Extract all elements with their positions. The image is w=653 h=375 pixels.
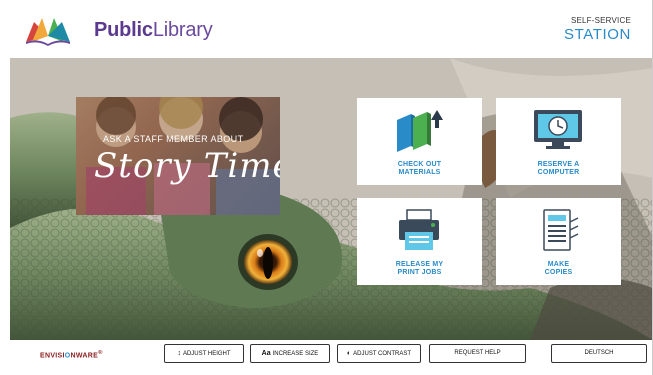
station-subtitle: SELF-SERVICE <box>570 16 631 25</box>
computer-clock-icon <box>534 110 582 149</box>
station-name: STATION <box>564 26 631 43</box>
printer-icon <box>399 209 439 250</box>
check-out-materials-button[interactable]: CHECK OUT MATERIALS <box>357 98 482 185</box>
release-print-label: RELEASE MY PRINT JOBS <box>395 261 444 276</box>
header: PublicLibrary SELF-SERVICE STATION <box>10 8 653 58</box>
increase-size-button[interactable]: Aa INCREASE SIZE <box>250 344 330 363</box>
contrast-icon: ◐ <box>346 350 352 357</box>
make-copies-label: MAKE COPIES <box>544 261 573 276</box>
language-button[interactable]: DEUTSCH <box>551 344 647 363</box>
brand-name: PublicLibrary <box>94 19 213 41</box>
story-time-caption: ASK A STAFF MEMBER ABOUT <box>103 134 244 144</box>
books-icon <box>397 110 443 152</box>
open-book-logo-icon <box>26 18 70 46</box>
text-size-icon: Aa <box>261 350 271 357</box>
station-title: SELF-SERVICE STATION <box>564 16 631 43</box>
reserve-computer-label: RESERVE A COMPUTER <box>537 161 580 176</box>
check-out-label: CHECK OUT MATERIALS <box>397 161 442 176</box>
adjust-height-button[interactable]: ↕ ADJUST HEIGHT <box>164 344 244 363</box>
adjust-contrast-button[interactable]: ◐ ADJUST CONTRAST <box>337 344 421 363</box>
request-help-button[interactable]: REQUEST HELP <box>429 344 526 363</box>
envisionware-logo: ENVISIONWARE® <box>40 350 103 360</box>
story-time-banner[interactable]: ASK A STAFF MEMBER ABOUT Story Time <box>76 97 280 215</box>
copier-icon <box>543 209 579 251</box>
make-copies-button[interactable]: MAKE COPIES <box>496 198 621 285</box>
reserve-computer-button[interactable]: RESERVE A COMPUTER <box>496 98 621 185</box>
height-icon: ↕ <box>177 350 181 357</box>
footer-toolbar: ENVISIONWARE® ↕ ADJUST HEIGHT Aa INCREASE … <box>0 340 653 375</box>
story-time-title: Story Time <box>94 146 280 186</box>
release-print-jobs-button[interactable]: RELEASE MY PRINT JOBS <box>357 198 482 285</box>
